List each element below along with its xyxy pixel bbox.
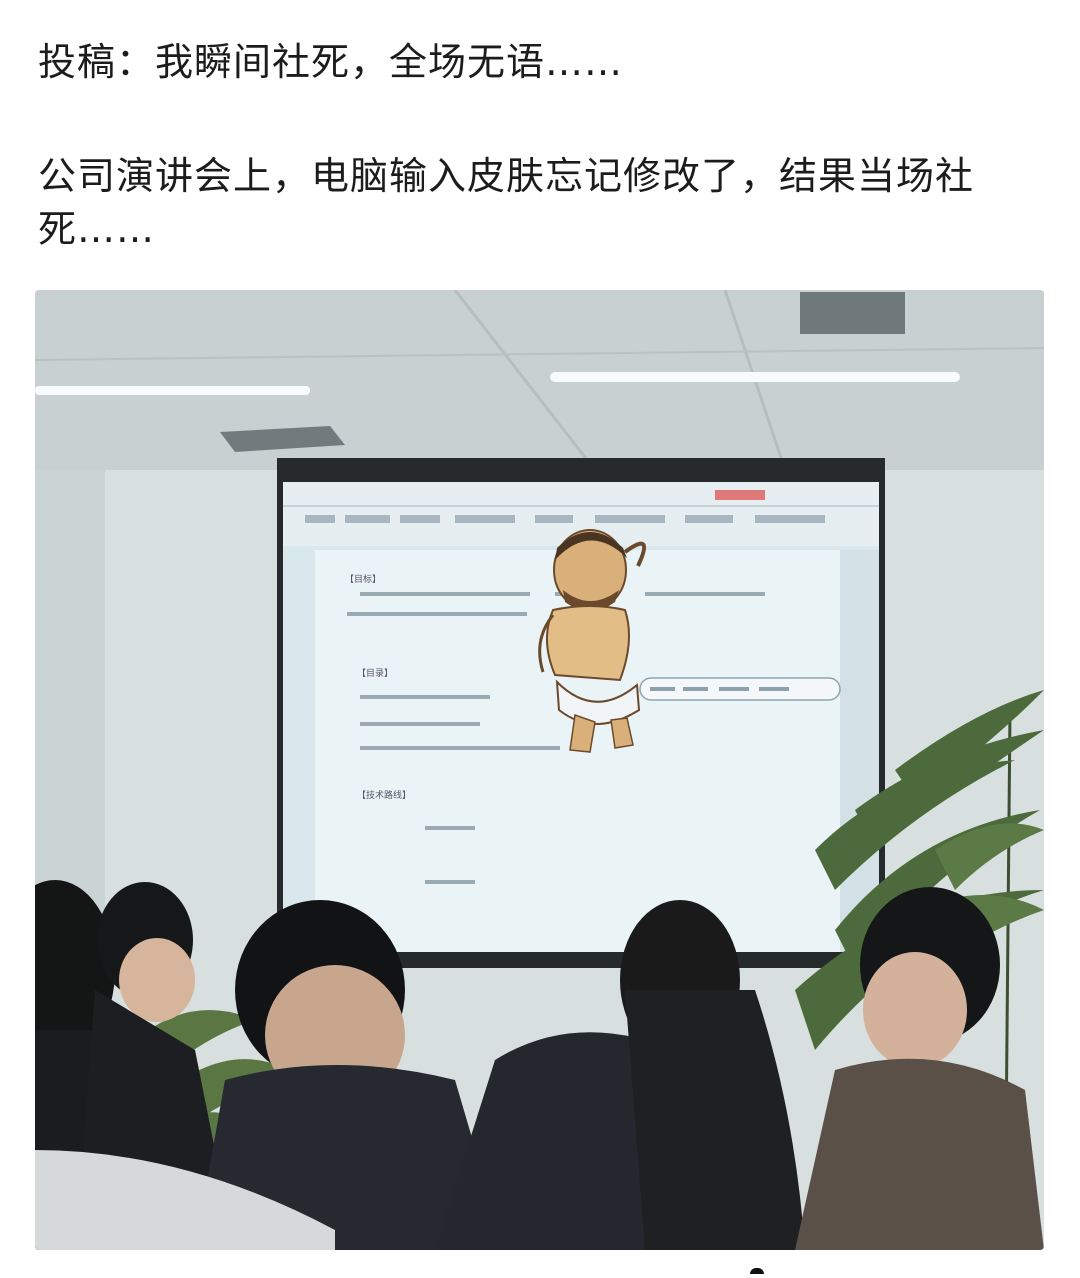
- post-title: 投稿：我瞬间社死，全场无语……: [38, 40, 624, 84]
- slide-section-goal: 【目标】: [345, 573, 381, 585]
- post-photo[interactable]: 【目标】 【目录】 【技术路线】: [35, 290, 1044, 1250]
- scroll-indicator: [750, 1268, 764, 1274]
- post-body: 公司演讲会上，电脑输入皮肤忘记修改了，结果当场社死……: [38, 154, 975, 251]
- slide-section-toc: 【目录】: [357, 668, 393, 679]
- ceiling-vent: [800, 292, 905, 334]
- ceiling-light: [550, 372, 960, 382]
- slide-section-roadmap: 【技术路线】: [357, 789, 411, 801]
- ceiling-light: [35, 386, 310, 395]
